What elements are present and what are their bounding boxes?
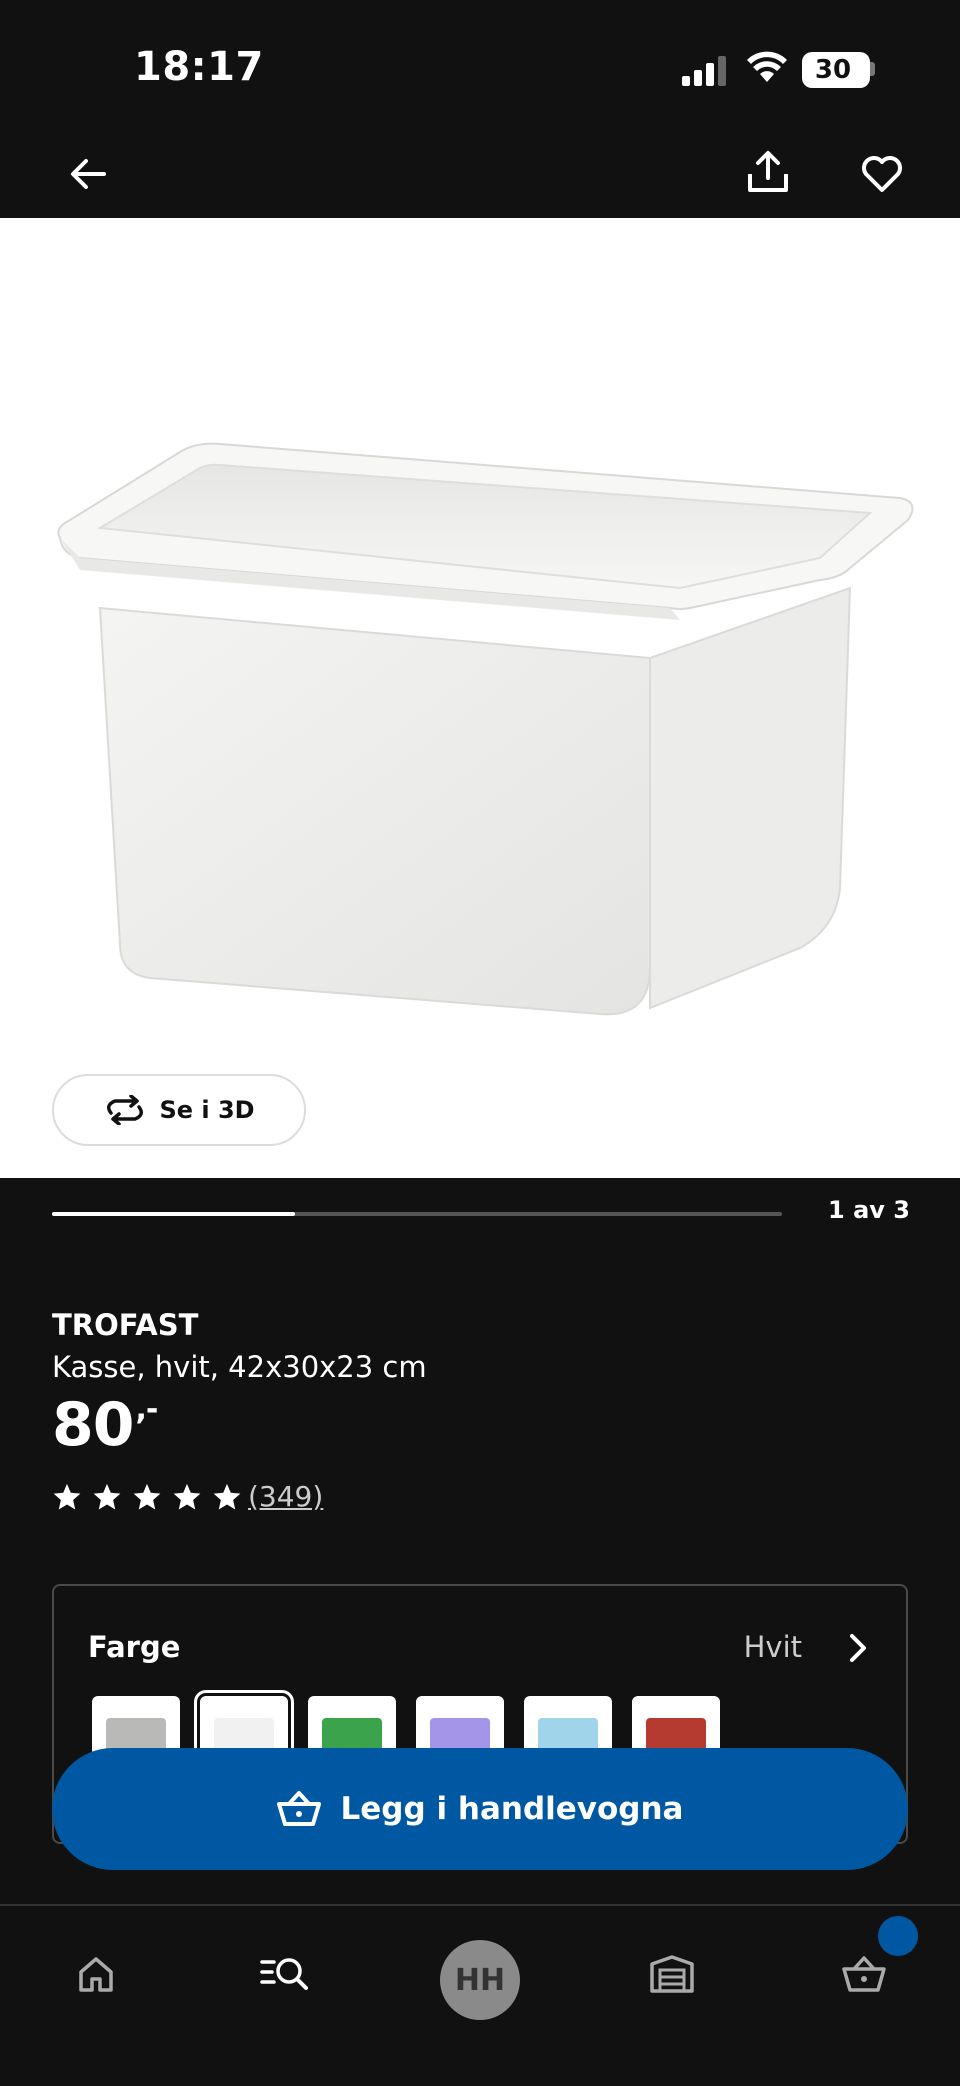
price-decimals: ,-	[135, 1392, 159, 1427]
color-swatch-white[interactable]	[194, 1690, 294, 1762]
profile-avatar[interactable]: HH	[440, 1940, 520, 2020]
basket-icon	[276, 1791, 321, 1826]
review-count-link[interactable]: (349)	[248, 1480, 323, 1513]
add-to-cart-label: Legg i handlevogna	[340, 1791, 684, 1827]
bottom-navigation: HH	[0, 1904, 960, 2086]
status-bar: 18:17 30	[0, 0, 960, 130]
color-label: Farge	[88, 1630, 181, 1664]
status-time: 18:17	[134, 44, 264, 90]
cellular-signal-icon	[682, 56, 726, 86]
carousel-progress-fill	[52, 1212, 296, 1216]
chevron-right-icon[interactable]	[840, 1630, 876, 1666]
carousel-progress	[52, 1212, 782, 1216]
top-navigation	[0, 130, 960, 218]
add-to-cart-button[interactable]: Legg i handlevogna	[52, 1748, 908, 1870]
color-swatch-red[interactable]	[632, 1696, 720, 1756]
search-icon[interactable]	[246, 1934, 326, 2014]
carousel-position: 1 av 3	[828, 1196, 910, 1224]
heart-icon[interactable]	[854, 146, 910, 202]
battery-indicator: 30	[802, 52, 870, 88]
battery-level: 30	[814, 55, 852, 85]
rating-stars	[52, 1482, 242, 1512]
star-icon	[213, 1483, 241, 1510]
home-icon[interactable]	[56, 1934, 136, 2014]
color-swatch-lilac[interactable]	[416, 1696, 504, 1756]
view-3d-label: Se i 3D	[159, 1096, 255, 1124]
color-swatch-green[interactable]	[308, 1696, 396, 1756]
star-icon	[53, 1483, 81, 1510]
star-icon	[133, 1483, 161, 1510]
product-image[interactable]: Se i 3D	[0, 218, 960, 1178]
product-description: Kasse, hvit, 42x30x23 cm	[52, 1350, 427, 1384]
star-icon	[93, 1483, 121, 1510]
back-arrow-icon[interactable]	[60, 146, 116, 202]
battery-cap	[870, 62, 875, 76]
price-main: 80	[52, 1390, 134, 1460]
selected-color-value: Hvit	[743, 1630, 802, 1664]
color-swatch-light-blue[interactable]	[524, 1696, 612, 1756]
rotate-3d-icon	[107, 1095, 144, 1125]
product-price: 80,-	[52, 1390, 159, 1460]
store-icon[interactable]	[632, 1934, 712, 2014]
share-icon[interactable]	[740, 144, 796, 200]
color-swatch-grey[interactable]	[92, 1696, 180, 1756]
product-photo-bin	[57, 442, 914, 1016]
wifi-icon	[747, 51, 787, 82]
cart-badge	[878, 1916, 918, 1956]
star-icon	[173, 1483, 201, 1510]
color-swatches	[92, 1690, 720, 1762]
view-3d-button[interactable]: Se i 3D	[52, 1074, 306, 1146]
product-name: TROFAST	[52, 1308, 199, 1342]
